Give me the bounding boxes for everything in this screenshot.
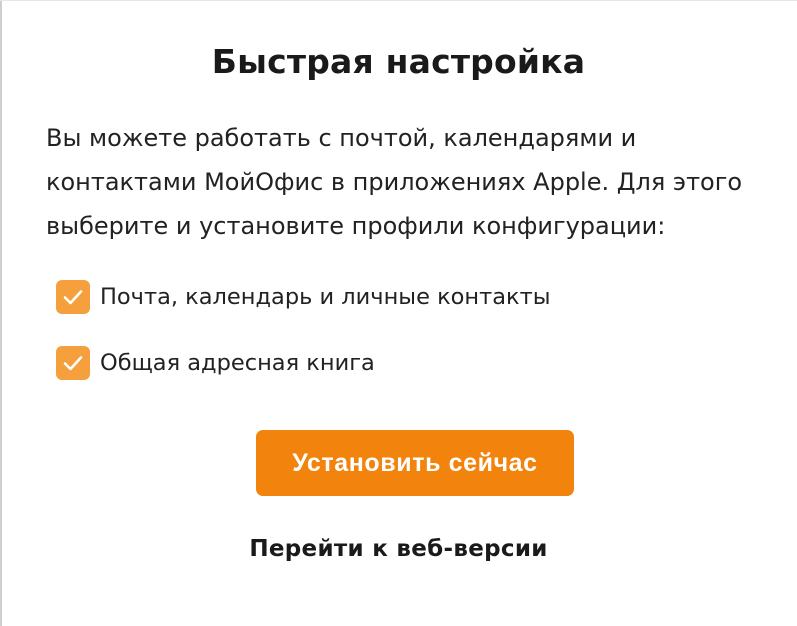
frame-top-border xyxy=(0,0,797,1)
option-global-address-book[interactable]: Общая адресная книга xyxy=(56,346,375,380)
checkmark-icon xyxy=(63,290,83,305)
mail-calendar-contacts-checkbox[interactable] xyxy=(56,280,90,314)
option-label: Общая адресная книга xyxy=(100,350,375,376)
option-mail-calendar-contacts[interactable]: Почта, календарь и личные контакты xyxy=(56,280,551,314)
option-label: Почта, календарь и личные контакты xyxy=(100,284,551,310)
quick-setup-page: Быстрая настройка Вы можете работать с п… xyxy=(0,0,797,626)
dialog-title: Быстрая настройка xyxy=(211,42,586,81)
checkmark-icon xyxy=(63,356,83,371)
global-address-book-checkbox[interactable] xyxy=(56,346,90,380)
dialog-description: Вы можете работать с почтой, календарями… xyxy=(46,124,743,240)
install-now-button[interactable]: Установить сейчас xyxy=(256,430,574,496)
web-version-link[interactable]: Перейти к веб-версии xyxy=(0,536,797,562)
frame-left-border xyxy=(0,0,2,626)
